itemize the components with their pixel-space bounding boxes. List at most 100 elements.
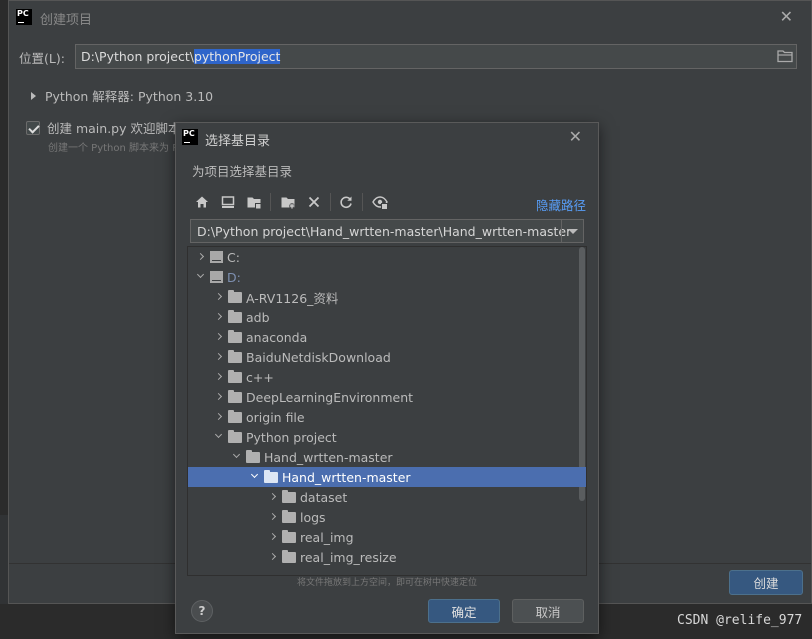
tree-row[interactable]: real_img xyxy=(188,527,586,547)
tree-row[interactable]: dataset xyxy=(188,487,586,507)
create-button[interactable]: 创建 xyxy=(729,570,803,595)
folder-icon xyxy=(228,389,242,403)
close-icon[interactable]: ✕ xyxy=(780,7,793,26)
tree-row-label: c++ xyxy=(246,369,274,385)
tree-row[interactable]: origin file xyxy=(188,407,586,427)
tree-row-label: anaconda xyxy=(246,329,308,345)
chevron-right-icon[interactable] xyxy=(214,392,224,402)
dialog-subtitle: 为项目选择基目录 xyxy=(192,164,293,179)
tree-row[interactable]: real_img_resize xyxy=(188,547,586,567)
expand-triangle-icon xyxy=(31,91,36,100)
cancel-button[interactable]: 取消 xyxy=(512,599,584,623)
tree-row[interactable]: anaconda xyxy=(188,327,586,347)
folder-icon xyxy=(228,329,242,343)
toolbar-separator xyxy=(270,193,271,211)
chevron-right-icon[interactable] xyxy=(268,492,278,502)
chevron-right-icon[interactable] xyxy=(268,512,278,522)
tree-row-label: adb xyxy=(246,309,270,325)
tree-row[interactable]: C: xyxy=(188,247,586,267)
interpreter-label: Python 解释器: Python 3.10 xyxy=(45,89,214,104)
path-combo-value: D:\Python project\Hand_wrtten-master\Han… xyxy=(197,223,572,239)
desktop-icon[interactable] xyxy=(220,194,236,210)
chevron-right-icon[interactable] xyxy=(214,412,224,422)
tree-row[interactable]: adb xyxy=(188,307,586,327)
tree-row-label: origin file xyxy=(246,409,305,425)
chevron-down-icon[interactable] xyxy=(232,452,242,462)
folder-icon xyxy=(282,489,296,503)
toolbar-separator xyxy=(330,193,331,211)
folder-icon xyxy=(282,509,296,523)
file-chooser-toolbar: 隐藏路径 xyxy=(192,193,586,214)
close-icon[interactable]: ✕ xyxy=(569,127,582,146)
folder-icon xyxy=(282,549,296,563)
folder-icon xyxy=(246,449,260,463)
chevron-down-icon[interactable] xyxy=(250,472,260,482)
tree-row-label: C: xyxy=(227,249,240,265)
welcome-script-checkbox[interactable] xyxy=(26,120,40,135)
tree-row-label: Hand_wrtten-master xyxy=(264,449,393,465)
folder-icon xyxy=(228,289,242,303)
path-combo-box[interactable]: D:\Python project\Hand_wrtten-master\Han… xyxy=(190,219,584,243)
tree-row[interactable]: logs xyxy=(188,507,586,527)
ok-button[interactable]: 确定 xyxy=(428,599,500,623)
tree-row-label: DeepLearningEnvironment xyxy=(246,389,414,405)
hide-path-link[interactable]: 隐藏路径 xyxy=(536,195,586,214)
toolbar-separator xyxy=(362,193,363,211)
tree-row[interactable]: DeepLearningEnvironment xyxy=(188,387,586,407)
chevron-right-icon[interactable] xyxy=(214,292,224,302)
tree-row-label: Python project xyxy=(246,429,337,445)
tree-row[interactable]: Hand_wrtten-master xyxy=(188,467,586,487)
chevron-right-icon[interactable] xyxy=(268,532,278,542)
help-button[interactable]: ? xyxy=(191,600,213,622)
folder-icon xyxy=(228,429,242,443)
welcome-script-label: 创建 main.py 欢迎脚本 xyxy=(47,121,181,136)
location-path-selected: pythonProject xyxy=(193,49,281,64)
chevron-right-icon[interactable] xyxy=(214,312,224,322)
watermark-text: CSDN @relife_977 xyxy=(677,613,803,628)
tree-row[interactable]: Python project xyxy=(188,427,586,447)
tree-row-label: Hand_wrtten-master xyxy=(282,469,411,485)
location-input[interactable]: D:\Python project\ pythonProject xyxy=(75,44,797,69)
chevron-down-icon[interactable] xyxy=(196,272,206,282)
chevron-right-icon[interactable] xyxy=(214,332,224,342)
location-label: 位置(L): xyxy=(19,51,65,66)
tree-row-label: BaiduNetdiskDownload xyxy=(246,349,391,365)
home-icon[interactable] xyxy=(194,194,210,210)
dialog-title: 创建项目 xyxy=(40,13,93,28)
folder-icon xyxy=(264,469,278,483)
drive-icon xyxy=(210,271,223,283)
tree-row-label: dataset xyxy=(300,489,348,505)
delete-icon[interactable] xyxy=(306,194,322,210)
pycharm-logo-icon: PC xyxy=(16,9,32,25)
tree-row[interactable]: Hand_wrtten-master xyxy=(188,447,586,467)
chevron-right-icon[interactable] xyxy=(268,552,278,562)
folder-icon xyxy=(228,369,242,383)
chevron-down-icon[interactable] xyxy=(214,432,224,442)
tree-row[interactable]: c++ xyxy=(188,367,586,387)
choose-directory-dialog: PC 选择基目录 ✕ 为项目选择基目录 隐藏路径 D:\Python proje… xyxy=(175,122,599,634)
title-bar: PC 创建项目 ✕ xyxy=(9,1,811,33)
chevron-right-icon[interactable] xyxy=(196,252,206,262)
tree-row[interactable]: D: xyxy=(188,267,586,287)
tree-row-label: D: xyxy=(227,269,241,285)
tree-row[interactable]: BaiduNetdiskDownload xyxy=(188,347,586,367)
tree-row[interactable]: A-RV1126_资料 xyxy=(188,287,586,307)
browse-folder-icon[interactable] xyxy=(777,49,793,63)
folder-icon xyxy=(228,409,242,423)
drive-icon xyxy=(210,251,223,263)
dropdown-arrow-icon[interactable] xyxy=(561,220,583,242)
show-hidden-icon[interactable] xyxy=(372,194,388,210)
folder-icon xyxy=(228,349,242,363)
project-folder-icon[interactable] xyxy=(246,194,262,210)
welcome-script-option[interactable]: 创建 main.py 欢迎脚本 xyxy=(26,118,180,137)
chevron-right-icon[interactable] xyxy=(214,372,224,382)
new-folder-icon[interactable] xyxy=(280,194,296,210)
chevron-right-icon[interactable] xyxy=(214,352,224,362)
tree-row-label: real_img xyxy=(300,529,354,545)
directory-tree[interactable]: C: D: A-RV1126_资料adb anaconda BaiduNetdiskDo… xyxy=(187,246,587,576)
refresh-icon[interactable] xyxy=(338,194,354,210)
dialog-title: 选择基目录 xyxy=(205,134,271,149)
folder-icon xyxy=(282,529,296,543)
interpreter-section-toggle[interactable]: Python 解释器: Python 3.10 xyxy=(31,86,213,105)
pycharm-logo-icon: PC xyxy=(182,129,198,145)
